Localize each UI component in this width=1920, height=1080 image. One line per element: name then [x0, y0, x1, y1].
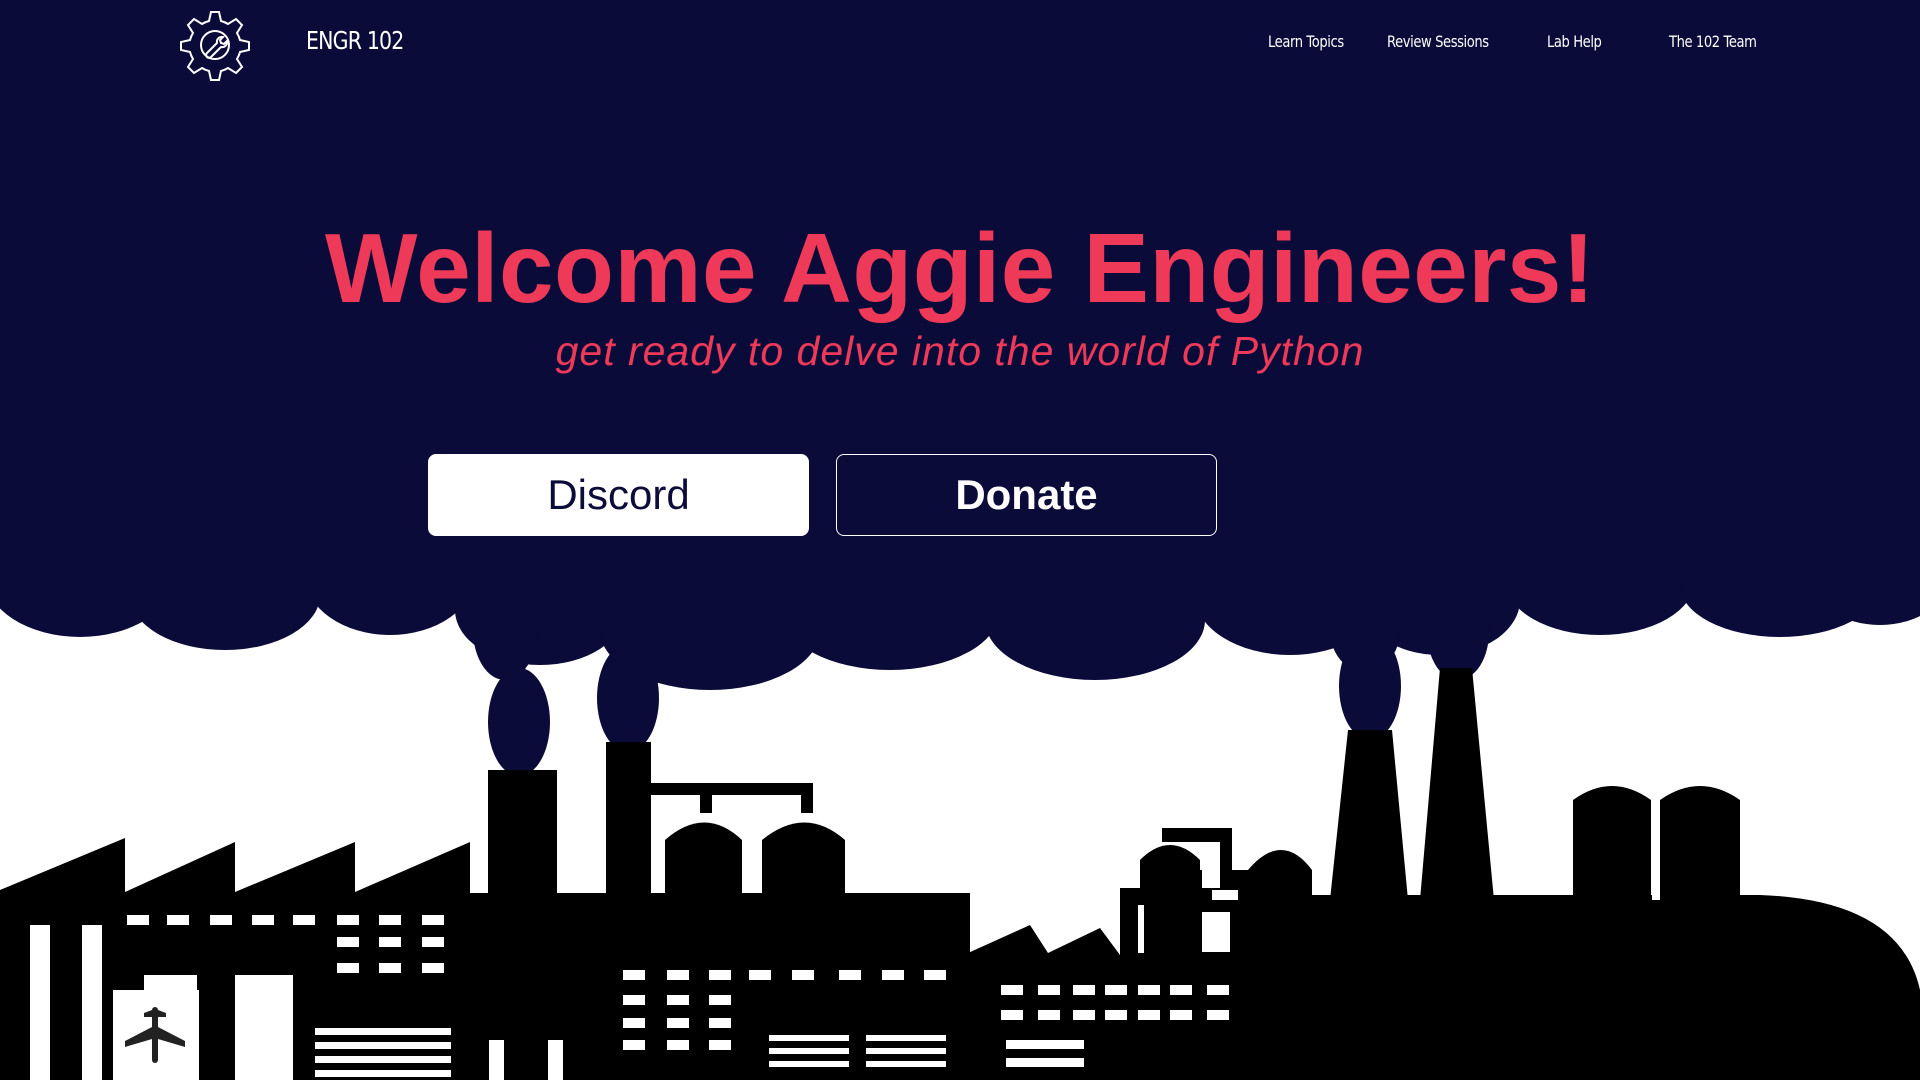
- hero-illustration: [0, 0, 1920, 1080]
- hero-subtitle: get ready to delve into the world of Pyt…: [555, 328, 1365, 374]
- smoke-cloud: [0, 0, 1920, 776]
- nav-link-review-sessions[interactable]: Review Sessions: [1387, 32, 1489, 51]
- nav-link-learn-topics[interactable]: Learn Topics: [1268, 32, 1344, 51]
- hero-title: Welcome Aggie Engineers!: [325, 213, 1595, 323]
- nav-link-lab-help[interactable]: Lab Help: [1547, 32, 1602, 51]
- landing-page: ENGR 102 Learn Topics Review Sessions La…: [0, 0, 1920, 1080]
- discord-button[interactable]: Discord: [428, 454, 809, 536]
- top-nav: ENGR 102 Learn Topics Review Sessions La…: [0, 0, 1920, 90]
- nav-links: Learn Topics Review Sessions Lab Help Th…: [0, 32, 1920, 56]
- nav-link-the-102-team[interactable]: The 102 Team: [1669, 32, 1757, 51]
- donate-button[interactable]: Donate: [836, 454, 1217, 536]
